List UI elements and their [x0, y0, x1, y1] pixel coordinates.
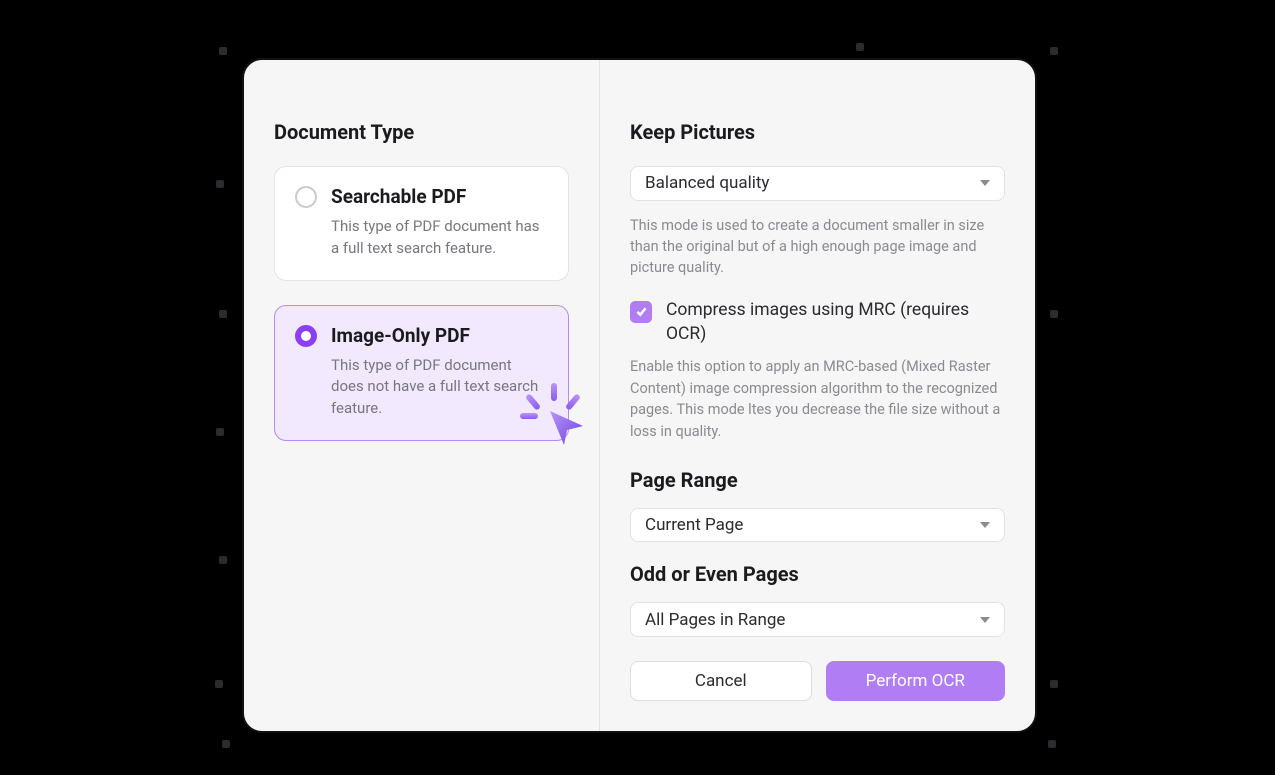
- chevron-down-icon: [980, 522, 990, 528]
- chevron-down-icon: [980, 180, 990, 186]
- radio-image-only-desc: This type of PDF document does not have …: [331, 355, 548, 420]
- radio-searchable-desc: This type of PDF document has a full tex…: [331, 216, 548, 260]
- perform-ocr-button[interactable]: Perform OCR: [826, 661, 1006, 701]
- keep-pictures-select[interactable]: Balanced quality: [630, 166, 1005, 201]
- dialog-buttons: Cancel Perform OCR: [630, 637, 1005, 701]
- chevron-down-icon: [980, 617, 990, 623]
- odd-even-value: All Pages in Range: [645, 610, 785, 630]
- odd-even-select[interactable]: All Pages in Range: [630, 602, 1005, 637]
- radio-icon: [295, 325, 317, 347]
- keep-pictures-title: Keep Pictures: [630, 120, 1005, 144]
- ocr-settings-dialog: Document Type Searchable PDF This type o…: [242, 58, 1037, 733]
- cancel-label: Cancel: [695, 671, 747, 691]
- compress-mrc-help: Enable this option to apply an MRC-based…: [630, 356, 1005, 442]
- checkbox-icon: [630, 301, 652, 323]
- settings-pane: Keep Pictures Balanced quality This mode…: [599, 60, 1035, 731]
- page-range-title: Page Range: [630, 468, 1005, 492]
- radio-searchable-pdf[interactable]: Searchable PDF This type of PDF document…: [274, 166, 569, 281]
- keep-pictures-value: Balanced quality: [645, 173, 769, 193]
- document-type-pane: Document Type Searchable PDF This type o…: [244, 60, 599, 731]
- radio-image-only-pdf[interactable]: Image-Only PDF This type of PDF document…: [274, 305, 569, 441]
- page-range-select[interactable]: Current Page: [630, 508, 1005, 543]
- cancel-button[interactable]: Cancel: [630, 661, 812, 701]
- compress-mrc-checkbox[interactable]: Compress images using MRC (requires OCR): [630, 299, 1005, 346]
- document-type-title: Document Type: [274, 120, 569, 144]
- radio-icon: [295, 186, 317, 208]
- perform-ocr-label: Perform OCR: [866, 671, 965, 691]
- odd-even-title: Odd or Even Pages: [630, 562, 1005, 586]
- radio-image-only-title: Image-Only PDF: [331, 324, 548, 347]
- page-range-value: Current Page: [645, 515, 743, 535]
- compress-mrc-label: Compress images using MRC (requires OCR): [666, 299, 1005, 346]
- keep-pictures-help: This mode is used to create a document s…: [630, 215, 1005, 279]
- radio-searchable-title: Searchable PDF: [331, 185, 548, 208]
